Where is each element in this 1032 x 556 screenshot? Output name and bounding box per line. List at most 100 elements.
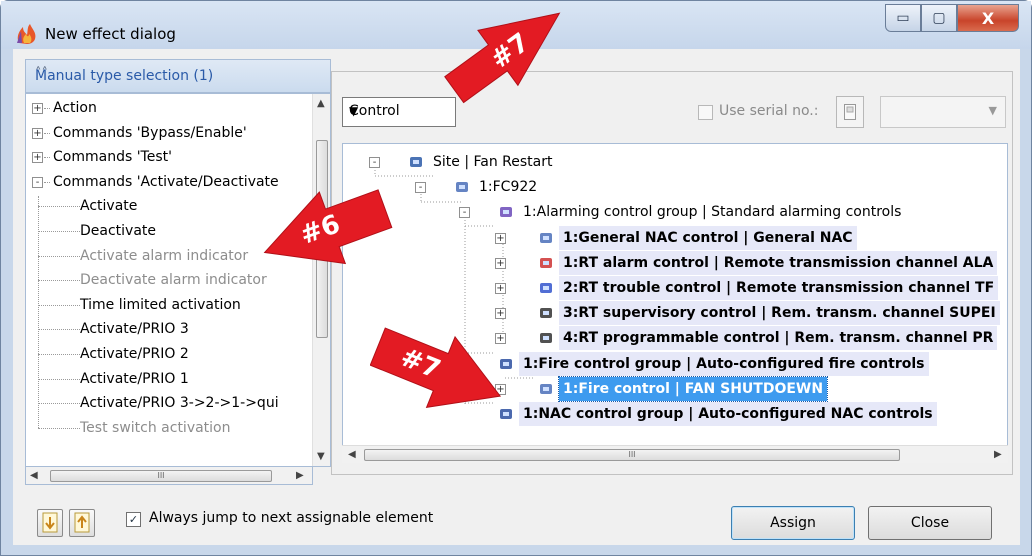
expand-icon[interactable]: + (495, 232, 506, 244)
close-window-button[interactable]: X (957, 4, 1019, 32)
tree-connector (38, 280, 80, 282)
expand-icon[interactable]: + (495, 283, 506, 294)
element-tree-item-label: 3:RT supervisory control | Rem. transm. … (563, 305, 996, 322)
element-tree-item-label: 2:RT trouble control | Remote transmissi… (563, 280, 995, 296)
annotation-arrow-top: #7 (444, 12, 561, 104)
left-horizontal-scrollbar[interactable]: ◀ III ▶ (25, 467, 313, 485)
arrow-down-icon (42, 512, 58, 533)
expand-icon[interactable]: + (32, 152, 43, 164)
element-tree-item-label: 4:RT programmable control | Rem. transm.… (563, 330, 994, 347)
use-serial-label: Use serial no.: (719, 103, 819, 119)
expand-icon[interactable]: + (495, 308, 506, 320)
tree-connector (44, 108, 50, 109)
element-tree-item[interactable]: 1:RT alarm control | Remote transmission… (559, 250, 998, 275)
type-selection-tree[interactable]: + Action + Commands 'Bypass/Enable' + Command… (25, 93, 331, 467)
element-tree-item[interactable]: 2:RT trouble control | Remote transmissi… (559, 276, 999, 300)
flame-icon (17, 24, 36, 44)
right-scroll-right-icon[interactable]: ▶ (994, 449, 1002, 460)
type-tree-item-label: Commands 'Test' (53, 149, 172, 166)
serial-dropdown-arrow-icon[interactable]: ▼ (989, 104, 997, 117)
expand-icon[interactable]: + (495, 257, 506, 269)
fire-control-icon (540, 383, 552, 394)
arrow-up-icon (74, 512, 90, 533)
collapse-icon[interactable]: - (369, 157, 380, 168)
close-button[interactable]: Close (868, 506, 992, 540)
element-tree-item[interactable]: 1:Fire control | FAN SHUTDOEWN (557, 375, 829, 402)
type-tree-item-label: Test switch activation (80, 419, 231, 436)
checkmark-icon: ✓ (128, 513, 139, 526)
element-tree-item[interactable]: 1:General NAC control | General NAC (559, 225, 857, 250)
minimize-button[interactable]: ▭ (885, 4, 921, 32)
always-jump-checkbox[interactable]: ✓ (126, 512, 141, 527)
annotation-arrow-tree: #7 (370, 327, 502, 408)
tree-connector (38, 231, 80, 232)
element-tree-item-label: 1:RT alarm control | Remote transmission… (563, 254, 994, 271)
effect-type-combo[interactable]: Control ▼ (342, 97, 456, 127)
left-vertical-scrollbar[interactable]: ▲ ▼ (312, 94, 330, 466)
panel-icon (456, 182, 468, 193)
rt-supervisory-icon (540, 308, 552, 319)
type-tree-item-label: Deactivate (80, 223, 157, 239)
type-tree-item-label: Deactivate alarm indicator (80, 272, 267, 289)
element-tree-item[interactable]: 1:NAC control group | Auto-configured NA… (519, 402, 937, 426)
type-tree-item-label: Activate/PRIO 2 (80, 346, 189, 362)
type-tree-item-label: Commands 'Bypass/Enable' (53, 124, 247, 141)
collapse-icon[interactable]: - (459, 207, 470, 219)
window-title: New effect dialog (45, 25, 176, 43)
tree-connector (38, 354, 80, 355)
move-up-button[interactable] (69, 509, 95, 537)
element-tree-item-label: 1:General NAC control | General NAC (563, 229, 853, 246)
tree-connector (44, 157, 50, 159)
collapse-icon[interactable]: - (32, 176, 43, 188)
scroll-up-icon[interactable]: ▲ (317, 98, 325, 109)
element-tree-item-label: 1:Fire control group | Auto-configured f… (523, 355, 925, 372)
element-tree-item[interactable]: 1:FC922 (475, 175, 541, 199)
assign-button[interactable]: Assign (731, 506, 855, 540)
type-tree-item-label: Action (53, 100, 97, 116)
left-horizontal-scroll-thumb[interactable]: III (50, 470, 272, 482)
annotation-arrow-left: #6 (263, 189, 393, 265)
element-tree-item-label: 1:NAC control group | Auto-configured NA… (523, 406, 933, 422)
element-tree-item[interactable]: Site | Fan Restart (429, 150, 557, 174)
close-icon: X (981, 8, 995, 28)
tree-connector (44, 132, 50, 134)
move-down-button[interactable] (37, 509, 63, 537)
tree-connector (38, 378, 80, 380)
expand-icon[interactable]: + (32, 103, 43, 114)
rt-trouble-icon (540, 283, 552, 293)
serial-device-button[interactable] (836, 96, 864, 128)
tree-connector (38, 255, 80, 257)
element-tree-item-label: Site | Fan Restart (433, 154, 553, 170)
minimize-icon: ▭ (896, 10, 910, 26)
maximize-button[interactable]: ▢ (921, 4, 957, 32)
element-tree-item[interactable]: 3:RT supervisory control | Rem. transm. … (559, 301, 1000, 326)
element-tree-item-label: 1:Alarming control group | Standard alar… (523, 204, 902, 221)
type-tree-item-label: Activate/PRIO 3->2->1->qui (80, 395, 279, 412)
maximize-icon: ▢ (932, 10, 946, 26)
dropdown-arrow-icon[interactable]: ▼ (349, 104, 447, 118)
element-tree-item[interactable]: 1:Alarming control group | Standard alar… (519, 200, 905, 224)
element-tree-item-label: 1:Fire control | FAN SHUTDOEWN (563, 380, 824, 397)
rt-programmable-icon (540, 333, 552, 344)
dialog-client-area: Manual type selection (1) ˄˄ + Action + Com… (13, 49, 1020, 545)
collapse-icon[interactable]: - (415, 182, 426, 194)
tree-connector (44, 181, 50, 183)
control-group-icon (500, 207, 512, 218)
right-horizontal-scrollbar[interactable]: ◀ III ▶ (342, 445, 1008, 463)
type-tree-item-label: Activate/PRIO 1 (80, 370, 189, 387)
use-serial-checkbox[interactable] (698, 105, 713, 120)
expand-icon[interactable]: + (32, 127, 43, 139)
manual-type-selection-header[interactable]: Manual type selection (1) ˄˄ (25, 59, 331, 93)
element-tree-item[interactable]: 1:Fire control group | Auto-configured f… (519, 351, 929, 376)
scroll-right-icon[interactable]: ▶ (296, 470, 304, 481)
always-jump-label: Always jump to next assignable element (149, 510, 434, 526)
element-tree-item[interactable]: 4:RT programmable control | Rem. transm.… (559, 326, 998, 351)
right-scroll-left-icon[interactable]: ◀ (348, 449, 356, 460)
site-icon (410, 157, 422, 167)
collapse-chevron-icon[interactable]: ˄˄ (35, 66, 318, 81)
scroll-down-icon[interactable]: ▼ (317, 451, 325, 462)
serial-number-combo[interactable]: ▼ (880, 96, 1006, 128)
right-horizontal-scroll-thumb[interactable]: III (364, 449, 900, 461)
scroll-left-icon[interactable]: ◀ (30, 470, 38, 481)
tree-connector (38, 427, 80, 429)
